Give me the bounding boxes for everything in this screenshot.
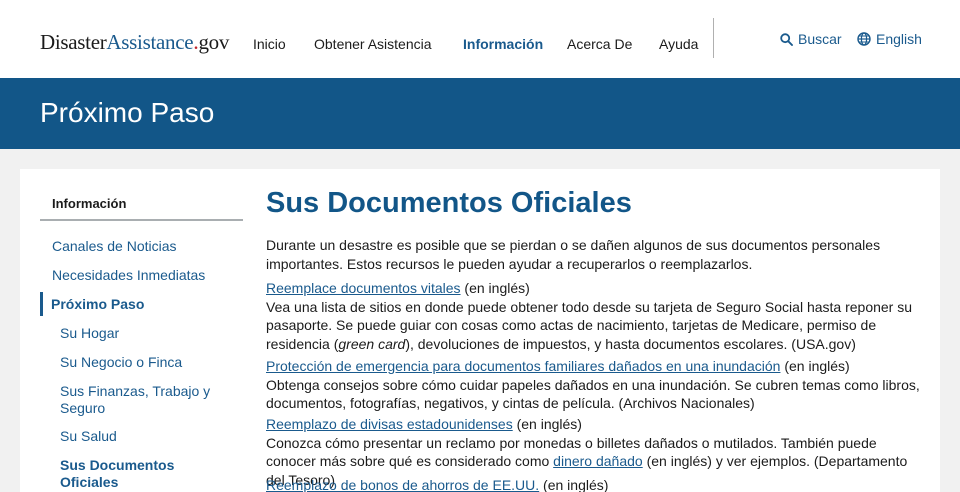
nav-acerca-de[interactable]: Acerca De: [567, 36, 632, 52]
resource-link-documentos-vitales[interactable]: Reemplace documentos vitales: [266, 280, 461, 296]
nav-ayuda[interactable]: Ayuda: [659, 36, 698, 52]
sidebar-item-su-hogar[interactable]: Su Hogar: [60, 325, 235, 342]
sidebar-divider: [40, 219, 243, 221]
search-icon: [780, 32, 793, 46]
nav-inicio[interactable]: Inicio: [253, 36, 286, 52]
sidebar-active-indicator: [40, 292, 43, 316]
language-toggle[interactable]: English: [857, 31, 922, 47]
inline-link-dinero-danado[interactable]: dinero dañado: [553, 453, 643, 469]
banner-title: Próximo Paso: [40, 97, 215, 128]
resource-item: Reemplazo de bonos de ahorros de EE.UU. …: [266, 477, 609, 492]
page-title: Sus Documentos Oficiales: [266, 187, 632, 219]
sidebar-item-canales-de-noticias[interactable]: Canales de Noticias: [52, 238, 227, 255]
site-logo[interactable]: DisasterAssistance.gov: [40, 29, 229, 55]
search-button[interactable]: Buscar: [780, 31, 842, 47]
sidebar-item-su-negocio-o-finca[interactable]: Su Negocio o Finca: [60, 354, 235, 371]
resource-item: Protección de emergencia para documentos…: [266, 358, 920, 412]
nav-informacion[interactable]: Información: [463, 36, 543, 52]
resource-link-reemplazo-divisas[interactable]: Reemplazo de divisas estadounidenses: [266, 416, 513, 432]
page-banner: Próximo Paso: [0, 78, 960, 149]
sidebar-item-proximo-paso[interactable]: Próximo Paso: [51, 296, 226, 313]
sidebar-item-necesidades-inmediatas[interactable]: Necesidades Inmediatas: [52, 267, 227, 284]
site-header: DisasterAssistance.gov Inicio Obtener As…: [0, 0, 960, 78]
intro-text: Durante un desastre es posible que se pi…: [266, 237, 881, 272]
resource-link-bonos-ahorros[interactable]: Reemplazo de bonos de ahorros de EE.UU.: [266, 477, 539, 492]
language-label: English: [876, 31, 922, 47]
globe-icon: [857, 32, 871, 46]
resource-item: Reemplace documentos vitales (en inglés)…: [266, 280, 913, 352]
sidebar-title: Información: [52, 196, 127, 211]
nav-obtener-asistencia[interactable]: Obtener Asistencia: [314, 36, 432, 52]
nav-divider: [713, 18, 714, 58]
sidebar-item-su-salud[interactable]: Su Salud: [60, 428, 235, 445]
resource-link-proteccion-emergencia[interactable]: Protección de emergencia para documentos…: [266, 358, 780, 374]
search-label: Buscar: [798, 31, 842, 47]
sidebar-item-sus-finanzas[interactable]: Sus Finanzas, Trabajo y Seguro: [60, 383, 220, 417]
sidebar-item-sus-documentos-oficiales[interactable]: Sus Documentos Oficiales: [60, 457, 190, 491]
